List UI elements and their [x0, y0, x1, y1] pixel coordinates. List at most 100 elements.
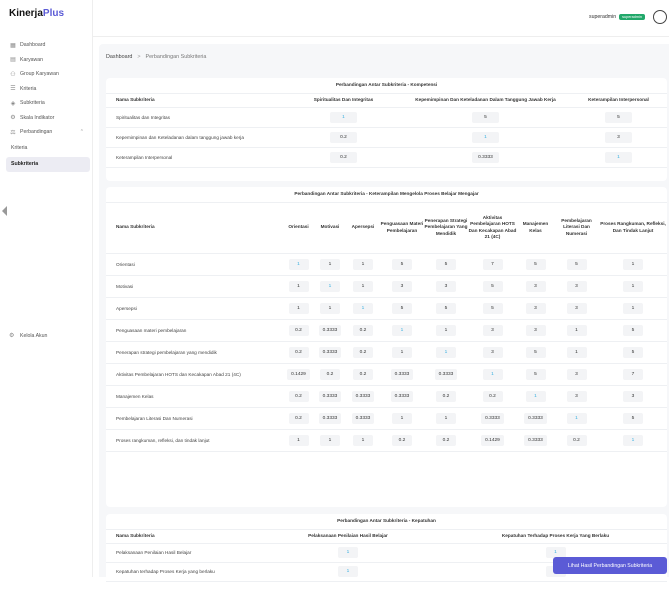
value-cell[interactable]: 0.2	[566, 434, 587, 446]
value-cell[interactable]: 1	[623, 434, 644, 446]
value-cell[interactable]: 0.1429	[481, 434, 504, 446]
value-cell[interactable]: 3	[482, 346, 503, 358]
value-cell[interactable]: 0.2	[330, 131, 357, 143]
value-cell[interactable]: 0.2	[288, 324, 309, 336]
value-cell[interactable]: 5	[472, 111, 499, 123]
value-cell[interactable]: 3	[436, 280, 456, 292]
value-cell[interactable]: 5	[436, 302, 456, 314]
value-cell[interactable]: 1	[436, 346, 456, 358]
value-cell[interactable]: 5	[436, 258, 456, 270]
sidebar-item-subkriteria[interactable]: ◈ Subkriteria	[6, 96, 90, 111]
value-cell[interactable]: 1	[392, 412, 412, 424]
value-cell[interactable]: 0.1429	[287, 368, 310, 380]
value-cell[interactable]: 0.2	[288, 346, 309, 358]
value-cell[interactable]: 1	[320, 434, 340, 446]
value-cell[interactable]: 1	[472, 131, 499, 143]
value-cell[interactable]: 1	[436, 324, 456, 336]
sidebar-subitem-kriteria[interactable]: Kriteria	[6, 141, 90, 156]
value-cell[interactable]: 0.2	[482, 390, 503, 402]
value-cell[interactable]: 1	[392, 324, 412, 336]
value-cell[interactable]: 0.2	[330, 151, 357, 163]
sidebar-item-perbandingan[interactable]: ⚖ Perbandingan ⌃	[6, 125, 90, 140]
value-cell[interactable]: 0.3333	[318, 346, 342, 358]
breadcrumb-home[interactable]: Dashboard	[106, 54, 132, 60]
value-cell[interactable]: 5	[623, 324, 644, 336]
value-cell[interactable]: 0.2	[392, 434, 412, 446]
value-cell[interactable]: 1	[566, 412, 587, 424]
value-cell[interactable]: 5	[392, 258, 412, 270]
value-cell[interactable]: 0.2	[353, 324, 373, 336]
value-cell[interactable]: 5	[392, 302, 412, 314]
value-cell[interactable]: 1	[288, 302, 309, 314]
value-cell[interactable]: 0.3333	[481, 412, 504, 424]
collapse-arrow-icon[interactable]	[2, 206, 7, 216]
value-cell[interactable]: 1	[353, 302, 373, 314]
value-cell[interactable]: 5	[482, 302, 503, 314]
sidebar-item-kelola-akun[interactable]: ⚙ Kelola Akun	[9, 332, 47, 340]
value-cell[interactable]: 0.3333	[434, 368, 458, 380]
value-cell[interactable]: 5	[623, 346, 644, 358]
value-cell[interactable]: 1	[482, 368, 503, 380]
value-cell[interactable]: 3	[525, 302, 546, 314]
value-cell[interactable]: 0.2	[288, 390, 309, 402]
sidebar-item-skala-indikator[interactable]: ⚙ Skala Indikator	[6, 111, 90, 126]
value-cell[interactable]: 1	[623, 302, 644, 314]
value-cell[interactable]: 0.2	[320, 368, 340, 380]
value-cell[interactable]: 1	[330, 111, 357, 123]
app-logo[interactable]: KinerjaPlus	[9, 8, 64, 19]
value-cell[interactable]: 1	[623, 280, 644, 292]
value-cell[interactable]: 3	[566, 390, 587, 402]
value-cell[interactable]: 3	[605, 131, 633, 143]
value-cell[interactable]: 1	[320, 302, 340, 314]
value-cell[interactable]: 3	[525, 324, 546, 336]
value-cell[interactable]: 1	[353, 280, 373, 292]
value-cell[interactable]: 1	[353, 434, 373, 446]
value-cell[interactable]: 0.3333	[318, 412, 342, 424]
value-cell[interactable]: 0.2	[436, 434, 456, 446]
view-result-button[interactable]: Lihat Hasil Perbandingan Subkriteria	[553, 557, 667, 574]
value-cell[interactable]: 1	[566, 324, 587, 336]
value-cell[interactable]: 0.2	[288, 412, 309, 424]
value-cell[interactable]: 3	[566, 280, 587, 292]
value-cell[interactable]: 1	[288, 434, 309, 446]
value-cell[interactable]: 0.3333	[472, 151, 499, 163]
sidebar-item-kriteria[interactable]: ☰ Kriteria	[6, 82, 90, 97]
sidebar-item-group-karyawan[interactable]: ⚇ Group Karyawan	[6, 67, 90, 82]
value-cell[interactable]: 5	[605, 111, 633, 123]
value-cell[interactable]: 3	[392, 280, 412, 292]
value-cell[interactable]: 1	[605, 151, 633, 163]
value-cell[interactable]: 1	[288, 258, 309, 270]
user-menu[interactable]: superadmin superadmin	[589, 14, 645, 20]
value-cell[interactable]: 5	[525, 346, 546, 358]
value-cell[interactable]: 0.2	[353, 346, 373, 358]
value-cell[interactable]: 0.3333	[524, 412, 547, 424]
value-cell[interactable]: 1	[623, 258, 644, 270]
value-cell[interactable]: 5	[525, 258, 546, 270]
avatar-icon[interactable]	[653, 10, 667, 24]
value-cell[interactable]: 7	[623, 368, 644, 380]
value-cell[interactable]: 0.3333	[351, 412, 375, 424]
value-cell[interactable]: 3	[482, 324, 503, 336]
value-cell[interactable]: 1	[320, 280, 340, 292]
value-cell[interactable]: 3	[525, 280, 546, 292]
value-cell[interactable]: 0.3333	[318, 324, 342, 336]
value-cell[interactable]: 0.3333	[318, 390, 342, 402]
value-cell[interactable]: 1	[288, 280, 309, 292]
sidebar-subitem-subkriteria[interactable]: Subkriteria	[6, 156, 90, 172]
value-cell[interactable]: 0.3333	[390, 368, 414, 380]
value-cell[interactable]: 3	[623, 390, 644, 402]
value-cell[interactable]: 3	[566, 368, 587, 380]
value-cell[interactable]: 5	[623, 412, 644, 424]
sidebar-item-dashboard[interactable]: ▦ Dashboard	[6, 38, 90, 53]
value-cell[interactable]: 1	[320, 258, 340, 270]
value-cell[interactable]: 1	[436, 412, 456, 424]
value-cell[interactable]: 0.2	[353, 368, 373, 380]
value-cell[interactable]: 3	[566, 302, 587, 314]
value-cell[interactable]: 0.3333	[351, 390, 375, 402]
value-cell[interactable]: 0.3333	[390, 390, 414, 402]
sidebar-item-karyawan[interactable]: ▤ Karyawan	[6, 53, 90, 68]
value-cell[interactable]: 0.2	[436, 390, 456, 402]
value-cell[interactable]: 1	[566, 346, 587, 358]
value-cell[interactable]: 7	[482, 258, 503, 270]
value-cell[interactable]: 5	[482, 280, 503, 292]
